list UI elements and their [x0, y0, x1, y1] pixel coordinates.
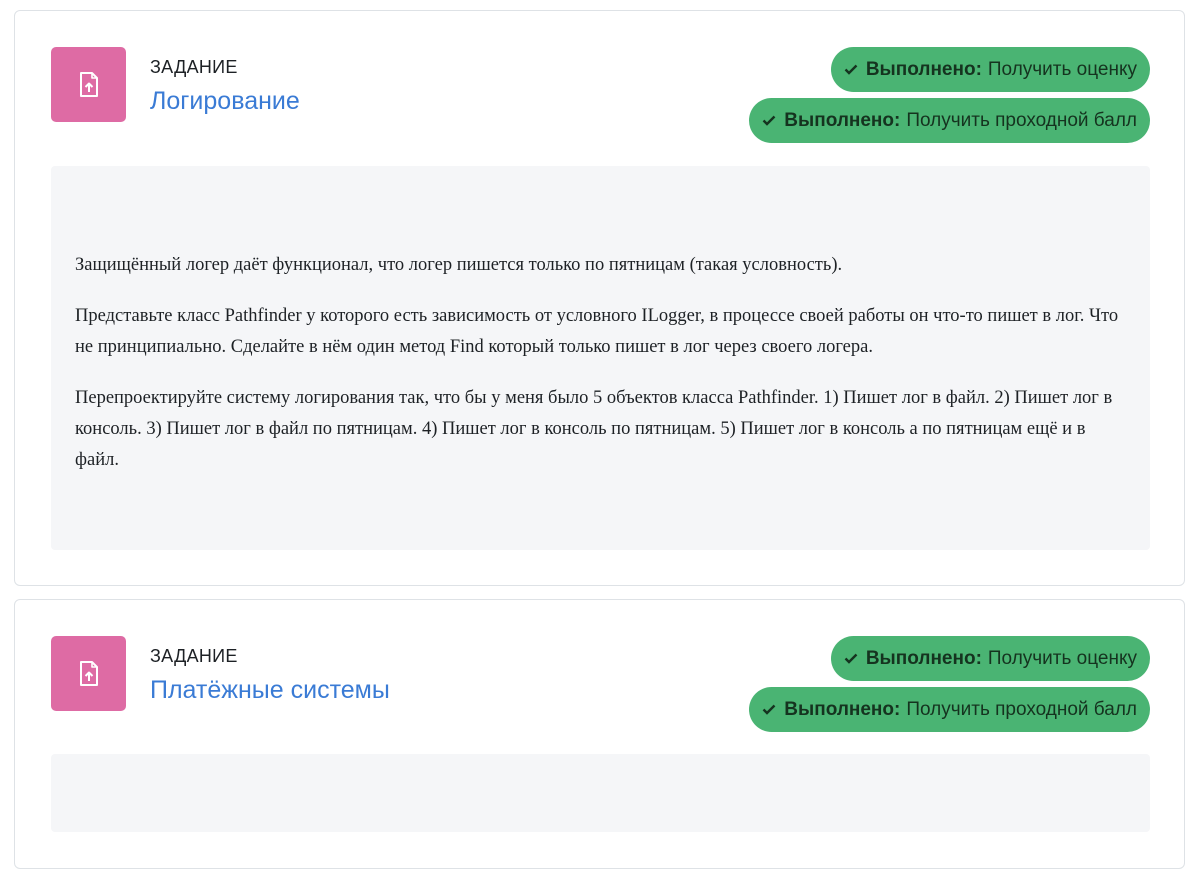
- activity-description: Защищённый логер даёт функционал, что ло…: [51, 166, 1150, 550]
- assignment-upload-icon: [51, 47, 126, 122]
- description-paragraph: Представьте класс Pathfinder у которого …: [75, 306, 1119, 357]
- check-icon: [762, 699, 778, 721]
- completion-text: Получить проходной балл: [906, 698, 1137, 720]
- check-icon: [844, 59, 860, 81]
- activity-card: ЗАДАНИЕ Логирование Выполнено: Получить …: [14, 10, 1185, 586]
- assignment-upload-icon: [51, 636, 126, 711]
- description-paragraph: Перепроектируйте систему логирования так…: [75, 388, 1113, 470]
- completion-status: Выполнено:: [865, 647, 982, 669]
- completion-badges: Выполнено: Получить оценку Выполнено: По…: [749, 636, 1150, 732]
- activity-card: ЗАДАНИЕ Платёжные системы Выполнено: Пол…: [14, 599, 1185, 869]
- activity-type-label: ЗАДАНИЕ: [150, 646, 238, 666]
- completion-text: Получить проходной балл: [906, 109, 1137, 131]
- activity-description: [51, 754, 1150, 832]
- completion-status: Выполнено:: [865, 58, 982, 80]
- activity-type-label: ЗАДАНИЕ: [150, 57, 238, 77]
- check-icon: [762, 110, 778, 132]
- completion-text: Получить оценку: [987, 58, 1137, 80]
- description-paragraph: Защищённый логер даёт функционал, что ло…: [75, 255, 843, 275]
- completion-badge-passing-grade: Выполнено: Получить проходной балл: [749, 98, 1150, 143]
- activity-title-link[interactable]: Платёжные системы: [150, 676, 390, 705]
- completion-text: Получить оценку: [987, 647, 1137, 669]
- completion-badge-grade: Выполнено: Получить оценку: [830, 47, 1150, 92]
- completion-badges: Выполнено: Получить оценку Выполнено: По…: [749, 47, 1150, 143]
- completion-status: Выполнено:: [784, 698, 901, 720]
- completion-badge-grade: Выполнено: Получить оценку: [830, 636, 1150, 681]
- completion-status: Выполнено:: [784, 109, 901, 131]
- completion-badge-passing-grade: Выполнено: Получить проходной балл: [749, 687, 1150, 732]
- activity-title-link[interactable]: Логирование: [150, 87, 300, 116]
- check-icon: [844, 648, 860, 670]
